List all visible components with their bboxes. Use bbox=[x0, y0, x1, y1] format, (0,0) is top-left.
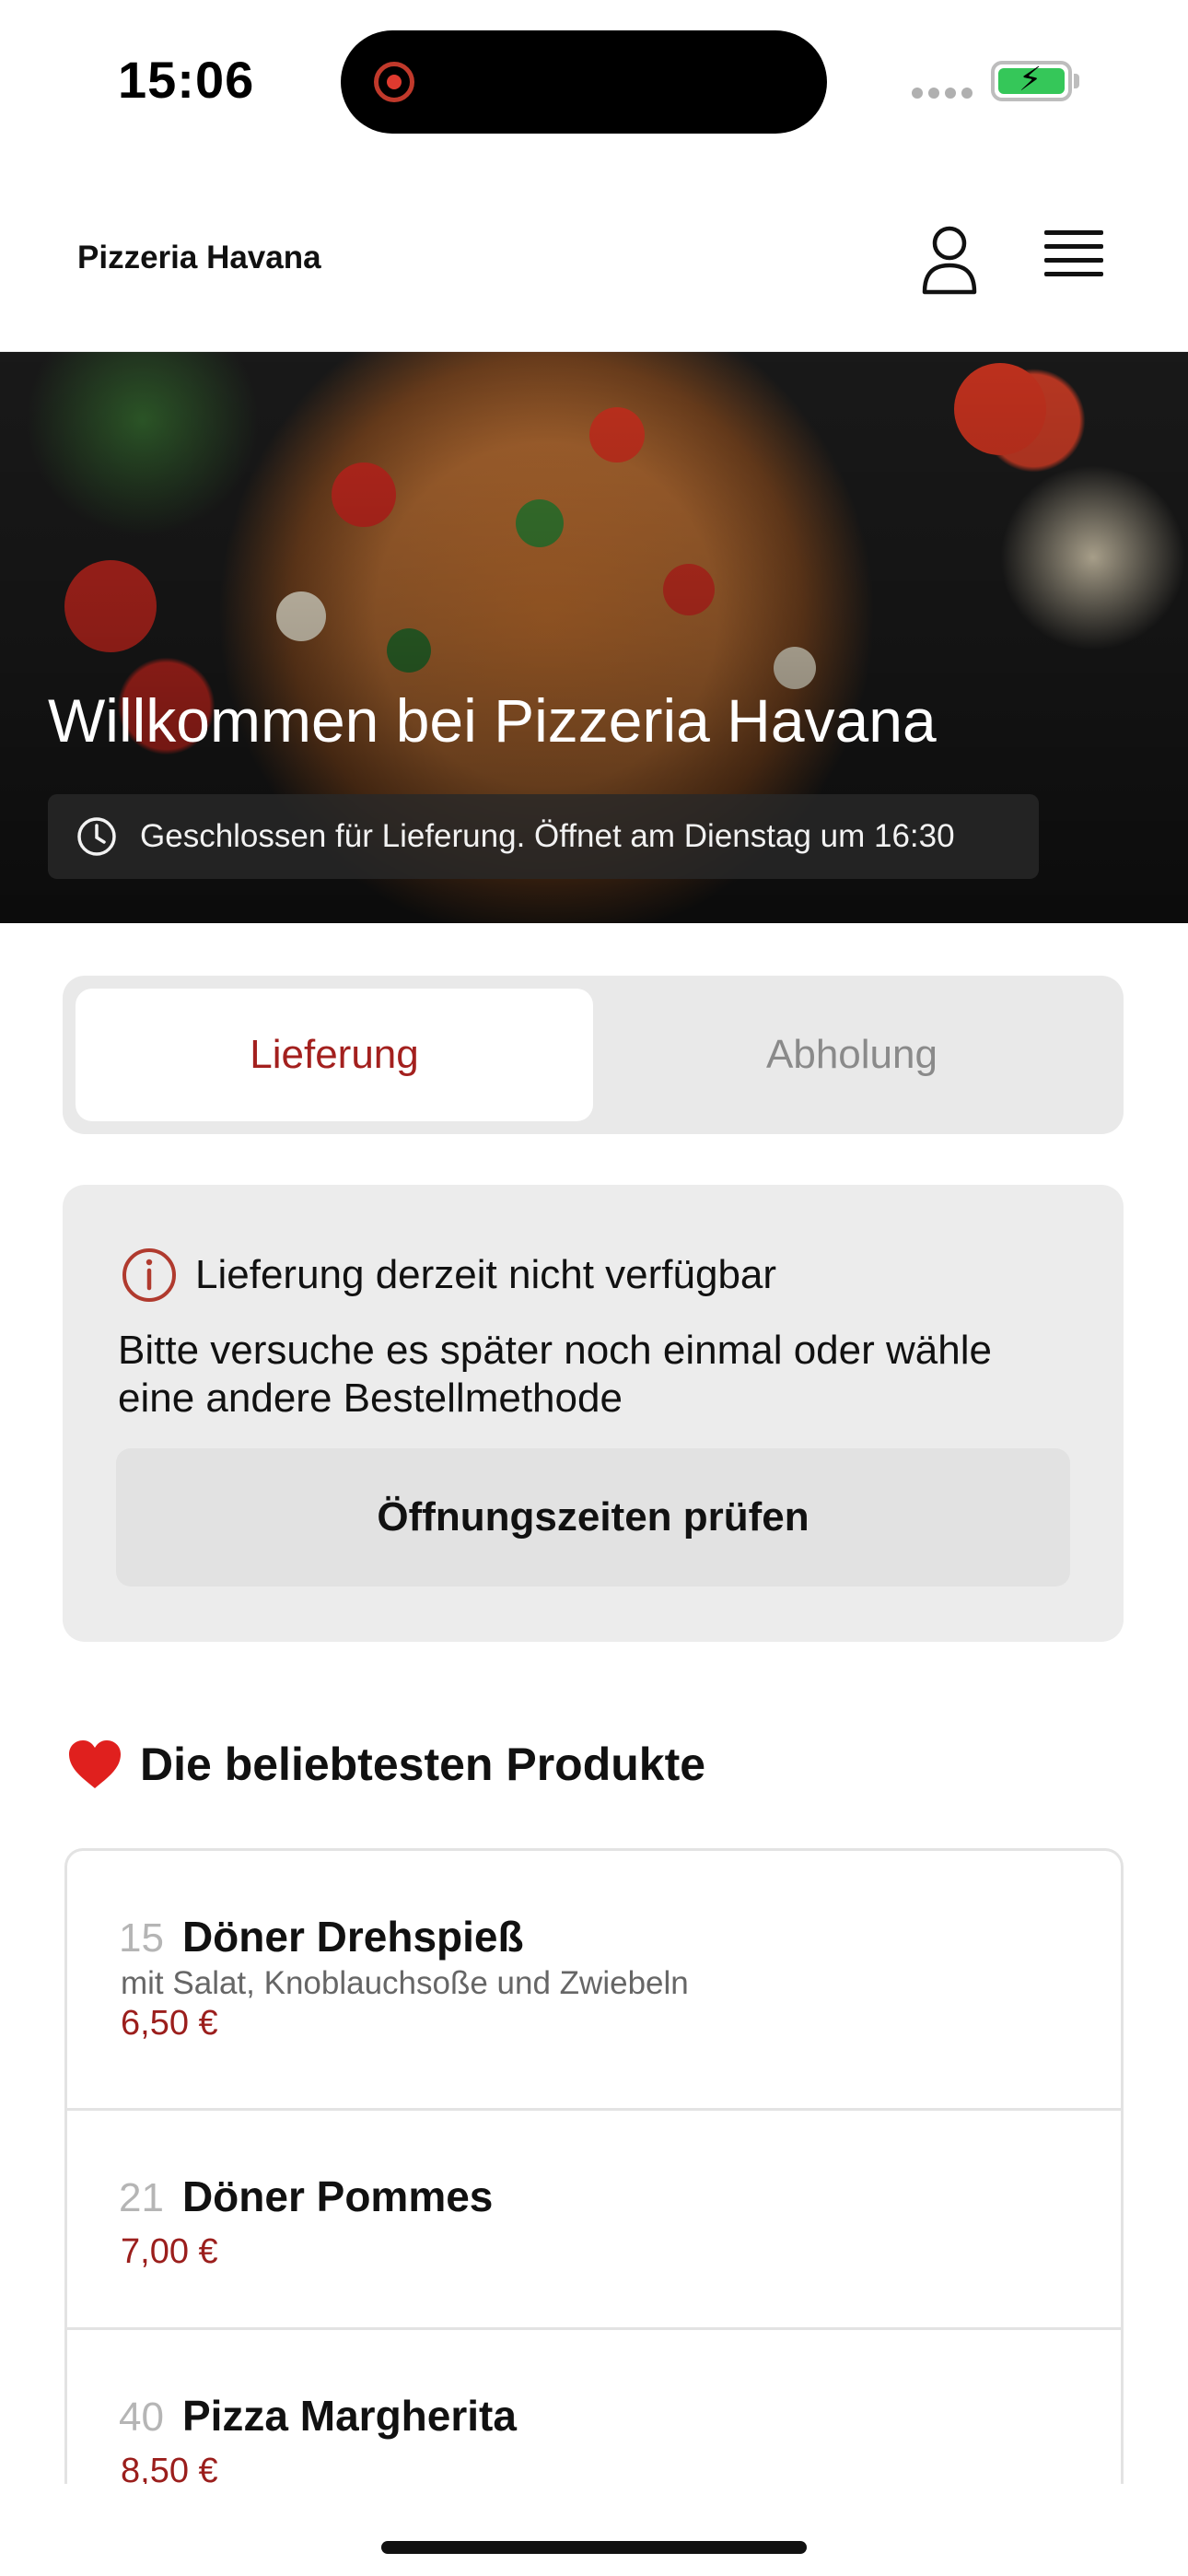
info-icon bbox=[122, 1248, 176, 1302]
product-description: mit Salat, Knoblauchsoße und Zwiebeln bbox=[121, 1965, 689, 2001]
popular-products-list: 15 Döner Drehspieß mit Salat, Knoblauchs… bbox=[64, 1848, 1124, 2484]
product-number: 15 bbox=[119, 1915, 164, 1961]
product-item[interactable]: 21 Döner Pommes 7,00 € bbox=[67, 2111, 1121, 2330]
product-item[interactable]: 15 Döner Drehspieß mit Salat, Knoblauchs… bbox=[67, 1851, 1121, 2111]
product-name: Döner Pommes bbox=[181, 2172, 494, 2220]
info-card-header: Lieferung derzeit nicht verfügbar bbox=[120, 1246, 776, 1305]
menu-icon[interactable] bbox=[1044, 230, 1103, 284]
closed-notice-text: Geschlossen für Lieferung. Öffnet am Die… bbox=[140, 818, 955, 854]
clock-icon bbox=[77, 817, 116, 856]
popular-section-title: Die beliebtesten Produkte bbox=[66, 1738, 705, 1791]
record-icon bbox=[374, 62, 414, 102]
tab-delivery[interactable]: Lieferung bbox=[76, 989, 593, 1121]
product-name: Pizza Margherita bbox=[181, 2392, 517, 2440]
app-header: Pizzeria Havana bbox=[0, 166, 1188, 352]
brand-name[interactable]: Pizzeria Havana bbox=[77, 240, 321, 276]
user-icon[interactable] bbox=[921, 225, 978, 295]
hero-banner: Willkommen bei Pizzeria Havana Geschloss… bbox=[0, 352, 1188, 923]
product-price: 6,50 € bbox=[121, 2004, 218, 2043]
heart-icon bbox=[69, 1740, 121, 1788]
battery-icon: ⚡ bbox=[991, 61, 1072, 101]
info-card-title: Lieferung derzeit nicht verfügbar bbox=[195, 1252, 777, 1297]
product-price: 8,50 € bbox=[121, 2452, 218, 2484]
dynamic-island bbox=[341, 30, 827, 134]
check-hours-button[interactable]: Öffnungszeiten prüfen bbox=[116, 1448, 1070, 1587]
product-name: Döner Drehspieß bbox=[181, 1913, 524, 1961]
tab-pickup[interactable]: Abholung bbox=[593, 989, 1111, 1121]
home-indicator[interactable] bbox=[381, 2541, 807, 2554]
hero-title: Willkommen bei Pizzeria Havana bbox=[48, 686, 937, 755]
status-time: 15:06 bbox=[118, 51, 255, 109]
battery-cap bbox=[1074, 74, 1079, 88]
product-price: 7,00 € bbox=[121, 2232, 218, 2271]
popular-title: Die beliebtesten Produkte bbox=[140, 1739, 706, 1790]
order-mode-toggle: Lieferung Abholung bbox=[63, 976, 1124, 1134]
product-number: 40 bbox=[119, 2395, 164, 2440]
signal-icon bbox=[912, 87, 978, 103]
closed-notice: Geschlossen für Lieferung. Öffnet am Die… bbox=[48, 794, 1039, 879]
product-item[interactable]: 40 Pizza Margherita 8,50 € bbox=[67, 2330, 1121, 2484]
delivery-unavailable-card: Lieferung derzeit nicht verfügbar Bitte … bbox=[63, 1185, 1124, 1642]
status-bar: 15:06 ⚡ bbox=[0, 0, 1188, 166]
info-card-text: Bitte versuche es später noch einmal ode… bbox=[118, 1328, 992, 1421]
product-number: 21 bbox=[119, 2175, 164, 2220]
